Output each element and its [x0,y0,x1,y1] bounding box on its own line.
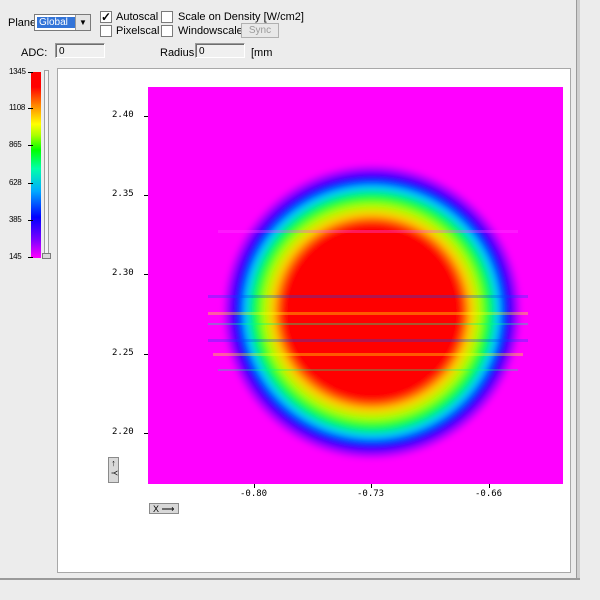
autoscale-checkbox[interactable]: ✓ [100,11,112,23]
pixelscale-label: Pixelscal [116,25,160,37]
beam-heatmap[interactable] [148,87,563,484]
y-tick-label: 2.35 [112,189,134,199]
y-axis-tick [144,195,148,196]
scale-density-checkbox[interactable] [161,11,173,23]
y-tick-label: 2.30 [112,268,134,278]
adc-field[interactable]: 0 [55,43,105,58]
colorbar-tick: 865 [9,140,34,149]
sync-button[interactable]: Sync [241,23,279,38]
x-axis-button[interactable]: X ⟶ [149,503,179,514]
x-tick-label: -0.73 [357,489,385,499]
x-tick-label: -0.66 [475,489,503,499]
radius-field[interactable]: 0 [195,43,245,58]
x-axis-tick [489,484,490,488]
y-axis-tick [144,433,148,434]
colorbar-slider-thumb[interactable] [42,253,51,259]
y-axis-button[interactable]: ↑ Y [108,457,119,483]
radius-unit: [mm [251,47,273,59]
windowscale-checkbox[interactable] [161,25,173,37]
colorbar-slider-track[interactable] [44,70,49,258]
window-frame-right [576,0,580,578]
y-tick-label: 2.40 [112,110,134,120]
plane-select-value: Global [37,17,76,28]
pixelscale-checkbox[interactable] [100,25,112,37]
radius-label: Radius: [160,47,198,59]
x-axis-tick [371,484,372,488]
colorbar-tick: 385 [9,215,34,224]
colorbar [31,72,41,258]
y-axis-button-label: Y [109,470,119,476]
heatmap-image [208,164,528,460]
x-axis-tick [254,484,255,488]
y-axis-tick [144,116,148,117]
x-tick-label: -0.80 [240,489,268,499]
arrow-right-icon: ⟶ [159,504,175,514]
y-tick-label: 2.25 [112,348,134,358]
colorbar-tick: 1108 [9,103,34,112]
chevron-down-icon[interactable]: ▼ [75,15,90,30]
plane-select[interactable]: Global ▼ [34,14,91,31]
colorbar-tick: 145 [9,252,34,261]
y-axis-tick [144,274,148,275]
y-tick-label: 2.20 [112,427,134,437]
windowscale-label: Windowscale [178,25,243,37]
colorbar-tick: 1345 [9,67,33,76]
y-axis-tick [144,354,148,355]
autoscale-label: Autoscal [116,11,159,23]
window-frame-bottom [0,578,580,580]
arrow-up-icon: ↑ [111,458,116,468]
colorbar-tick: 628 [9,178,34,187]
adc-label: ADC: [21,47,48,59]
scale-density-label: Scale on Density [W/cm2] [178,11,304,23]
